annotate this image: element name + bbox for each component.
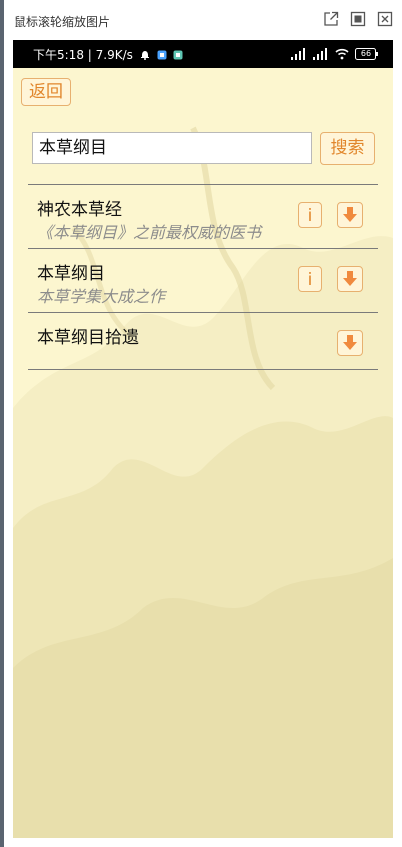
book-title: 神农本草经 [37, 200, 122, 220]
battery-level: 66 [360, 49, 372, 58]
hd-signal-icon [291, 45, 307, 64]
download-button[interactable] [337, 330, 363, 356]
status-text: 下午5:18 | 7.9K/s [33, 48, 133, 62]
list-item[interactable]: 本草纲目拾遗 [28, 313, 378, 369]
external-link-icon[interactable] [323, 11, 339, 27]
hd-signal-icon [313, 45, 329, 64]
app-notification-icon [173, 49, 183, 63]
download-icon [338, 335, 362, 351]
list-item[interactable]: 神农本草经 《本草纲目》之前最权威的医书 i [28, 185, 378, 248]
download-icon [338, 207, 362, 223]
download-icon [338, 271, 362, 287]
book-title: 本草纲目 [37, 264, 105, 284]
app-notification-icon [157, 49, 167, 63]
divider [28, 369, 378, 370]
phone-screen: 下午5:18 | 7.9K/s 66 返回 本草纲目 搜索 神农本草经 《本草纲… [13, 40, 393, 838]
battery-icon: 66 [355, 48, 379, 60]
download-button[interactable] [337, 266, 363, 292]
book-subtitle: 《本草纲目》之前最权威的医书 [37, 223, 262, 242]
download-button[interactable] [337, 202, 363, 228]
maximize-icon[interactable] [350, 11, 366, 27]
search-input[interactable]: 本草纲目 [32, 132, 312, 164]
status-bar: 下午5:18 | 7.9K/s 66 [13, 40, 393, 68]
list-item[interactable]: 本草纲目 本草学集大成之作 i [28, 249, 378, 312]
close-icon[interactable] [377, 11, 393, 27]
book-subtitle: 本草学集大成之作 [37, 287, 166, 306]
search-button[interactable]: 搜索 [320, 132, 375, 165]
window-edge [0, 0, 4, 847]
alarm-icon [140, 49, 150, 63]
info-button[interactable]: i [298, 266, 322, 292]
image-viewer-titlebar: 鼠标滚轮缩放图片 [4, 0, 402, 40]
results-list: 神农本草经 《本草纲目》之前最权威的医书 i 本草纲目 本草学集大成之作 i 本… [28, 184, 378, 370]
viewer-title: 鼠标滚轮缩放图片 [14, 15, 111, 29]
wifi-icon [335, 45, 349, 64]
info-button[interactable]: i [298, 202, 322, 228]
back-button[interactable]: 返回 [21, 78, 71, 106]
book-title: 本草纲目拾遗 [37, 328, 139, 348]
